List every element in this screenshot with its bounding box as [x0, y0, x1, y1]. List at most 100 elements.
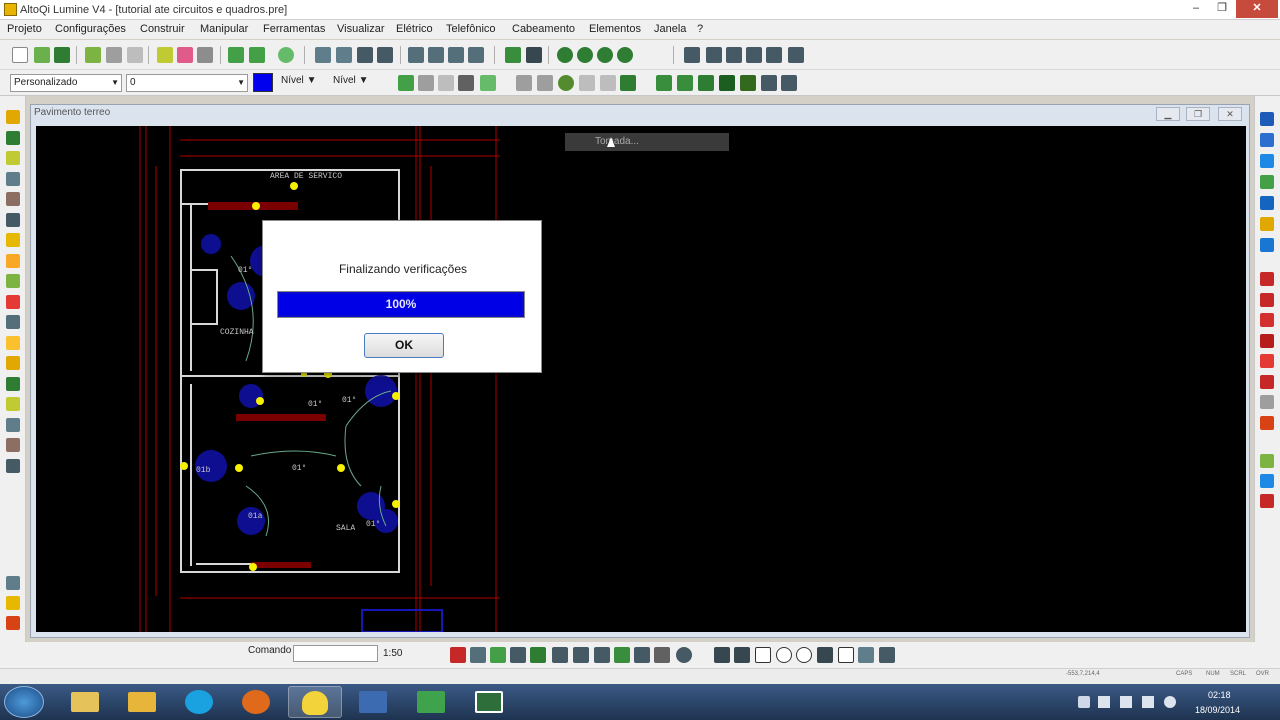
- angle-icon[interactable]: [726, 47, 742, 63]
- properties-icon[interactable]: [879, 647, 895, 663]
- text-icon[interactable]: [817, 647, 833, 663]
- menu-visualizar[interactable]: Visualizar: [337, 23, 385, 35]
- right-tool-6-icon[interactable]: [1260, 217, 1274, 231]
- snap-icon[interactable]: [450, 647, 466, 663]
- left-tool-11-icon[interactable]: [6, 315, 20, 329]
- rotate-icon[interactable]: [676, 647, 692, 663]
- right-electric-tool-1-icon[interactable]: [1260, 272, 1274, 286]
- copy-small-icon[interactable]: [654, 647, 670, 663]
- grid-icon[interactable]: [470, 647, 486, 663]
- left-tool-9-icon[interactable]: [6, 274, 20, 288]
- right-tool-7-icon[interactable]: [1260, 238, 1274, 252]
- open-file-icon[interactable]: [34, 47, 50, 63]
- right-electric-tool-8-icon[interactable]: [1260, 415, 1274, 430]
- right-panel-tool-1-icon[interactable]: [1260, 454, 1274, 468]
- menu-ferramentas[interactable]: Ferramentas: [263, 23, 325, 35]
- pen-icon[interactable]: [490, 647, 506, 663]
- save-icon[interactable]: [54, 47, 70, 63]
- block-icon[interactable]: [537, 75, 553, 91]
- tree-icon[interactable]: [740, 75, 756, 91]
- menu-janela[interactable]: Janela: [654, 23, 686, 35]
- text-height-icon[interactable]: [594, 647, 610, 663]
- measure-icon[interactable]: [684, 47, 700, 63]
- wire3-icon[interactable]: [719, 75, 735, 91]
- taskbar-lumine[interactable]: [288, 686, 342, 718]
- align-icon[interactable]: [468, 47, 484, 63]
- window-icon[interactable]: [197, 47, 213, 63]
- draw-line-icon[interactable]: [714, 647, 730, 663]
- left-tool-2-icon[interactable]: [6, 130, 20, 145]
- taskbar-altoqi-tool[interactable]: [346, 686, 400, 718]
- layers-icon[interactable]: [177, 47, 193, 63]
- refresh-icon[interactable]: [278, 47, 294, 63]
- left-tool-15-icon[interactable]: [6, 397, 20, 411]
- check-icon[interactable]: [85, 47, 101, 63]
- scale-value[interactable]: 1:50: [383, 648, 402, 659]
- pencil-icon[interactable]: [788, 47, 804, 63]
- bracket-icon[interactable]: [552, 647, 568, 663]
- tray-flag-icon[interactable]: [1142, 696, 1154, 708]
- conduit-icon[interactable]: [656, 75, 672, 91]
- left-tool-4-icon[interactable]: [6, 171, 20, 186]
- menu-help[interactable]: ?: [697, 23, 703, 35]
- print-icon[interactable]: [127, 47, 143, 63]
- cross-icon[interactable]: [448, 47, 464, 63]
- right-tool-1-icon[interactable]: [1260, 112, 1274, 126]
- minimize-button[interactable]: –: [1184, 0, 1208, 18]
- right-electric-tool-2-icon[interactable]: [1260, 292, 1274, 307]
- wire2-icon[interactable]: [698, 75, 714, 91]
- shapes-icon[interactable]: [634, 647, 650, 663]
- right-electric-tool-3-icon[interactable]: [1260, 313, 1274, 327]
- paste-icon[interactable]: [157, 47, 173, 63]
- left-tool-6-icon[interactable]: [6, 212, 20, 227]
- color-swatch[interactable]: [253, 73, 273, 92]
- select-icon[interactable]: [505, 47, 521, 63]
- preview-icon[interactable]: [106, 47, 122, 63]
- level-select-2[interactable]: Nível ▼: [333, 75, 368, 86]
- taskbar-clip-editor[interactable]: [462, 686, 516, 718]
- menu-telefonico[interactable]: Telefônico: [446, 23, 496, 35]
- left-tool-3-icon[interactable]: [6, 151, 20, 165]
- circle-icon[interactable]: [776, 647, 792, 663]
- left-tool-17-icon[interactable]: [6, 438, 20, 452]
- right-tool-2-icon[interactable]: [1260, 133, 1274, 147]
- taskbar-firefox[interactable]: [229, 686, 283, 718]
- tray-network-icon[interactable]: [1120, 696, 1132, 708]
- maximize-button[interactable]: ❐: [1210, 0, 1234, 18]
- hatch-icon[interactable]: [838, 647, 854, 663]
- doc2-icon[interactable]: [600, 75, 616, 91]
- copy-icon[interactable]: [516, 75, 532, 91]
- doc-minimize-button[interactable]: ▁: [1156, 107, 1180, 121]
- right-electric-tool-5-icon[interactable]: [1260, 354, 1274, 368]
- tree-node-icon[interactable]: [510, 647, 526, 663]
- wire-icon[interactable]: [677, 75, 693, 91]
- start-button[interactable]: [4, 686, 44, 718]
- level-up-icon[interactable]: [398, 75, 414, 91]
- doc-restore-button[interactable]: ❐: [1186, 107, 1210, 121]
- route-icon[interactable]: [620, 75, 636, 91]
- zoom-previous-icon[interactable]: [617, 47, 633, 63]
- globe-icon[interactable]: [558, 75, 574, 91]
- right-electric-tool-4-icon[interactable]: [1260, 333, 1274, 348]
- menu-configuracoes[interactable]: Configurações: [55, 23, 126, 35]
- clock-date[interactable]: 18/09/2014: [1195, 705, 1240, 715]
- right-tool-5-icon[interactable]: [1260, 196, 1274, 210]
- left-tool-1-icon[interactable]: [6, 110, 20, 124]
- layer-select[interactable]: 0 ▼: [126, 74, 248, 92]
- menu-construir[interactable]: Construir: [140, 23, 185, 35]
- doc-close-button[interactable]: ✕: [1218, 107, 1242, 121]
- level-select-1[interactable]: Nível ▼: [281, 75, 316, 86]
- menu-cabeamento[interactable]: Cabeamento: [512, 23, 575, 35]
- right-panel-tool-3-icon[interactable]: [1260, 494, 1274, 508]
- right-panel-tool-2-icon[interactable]: [1260, 474, 1274, 488]
- left-tool-7-icon[interactable]: [6, 233, 20, 247]
- style-select[interactable]: Personalizado ▼: [10, 74, 122, 92]
- left-tool-12-icon[interactable]: [6, 335, 20, 350]
- taskbar-outlook[interactable]: [115, 686, 169, 718]
- clock-time[interactable]: 02:18: [1208, 690, 1231, 700]
- taskbar-skype[interactable]: [172, 686, 226, 718]
- zoom-in-icon[interactable]: [557, 47, 573, 63]
- redo-icon[interactable]: [249, 47, 265, 63]
- left-tool-10-icon[interactable]: [6, 294, 20, 309]
- right-electric-tool-6-icon[interactable]: [1260, 374, 1274, 389]
